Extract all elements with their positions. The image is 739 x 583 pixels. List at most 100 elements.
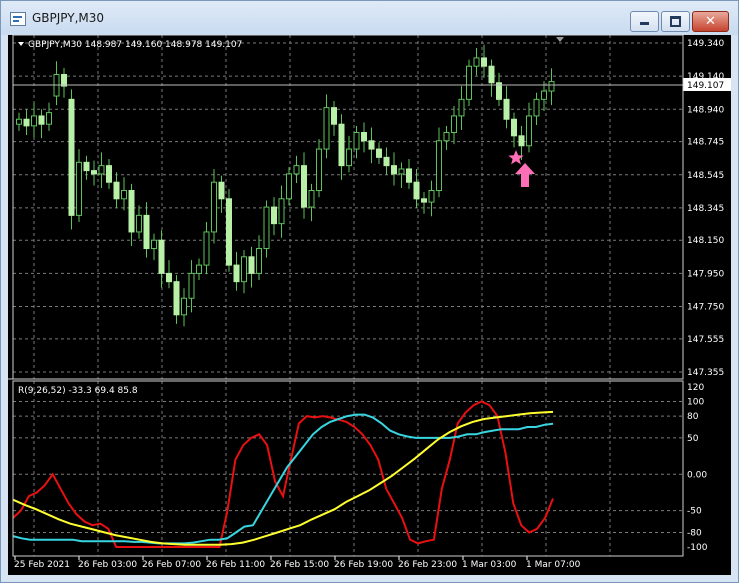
candle-body <box>76 161 82 216</box>
candle-body <box>488 65 495 84</box>
price-tick-label: 147.555 <box>687 335 724 345</box>
candle-body <box>158 239 165 274</box>
candle-body <box>353 132 360 150</box>
current-price-label: 149.107 <box>687 81 724 91</box>
price-grid <box>13 35 683 556</box>
candle-body <box>443 132 450 142</box>
candle-body <box>23 118 30 127</box>
close-button[interactable]: ✕ <box>692 11 729 32</box>
time-tick-label: 26 Feb 23:00 <box>398 560 457 570</box>
candle-body <box>218 181 225 200</box>
candle-body <box>466 65 472 100</box>
candle-body <box>98 165 105 175</box>
candle-body <box>263 206 270 250</box>
candle-body <box>241 256 247 283</box>
chart-canvas[interactable]: 149.340149.140148.940148.745148.545148.3… <box>8 34 731 575</box>
candle-body <box>391 165 397 175</box>
indicator-tick-label: 0.00 <box>687 470 707 480</box>
candle-body <box>16 118 22 125</box>
candle-body <box>143 214 150 250</box>
chart-window: GBPJPY,M30 ✕ 149.340 149.140 148.940 148.74… <box>0 0 739 583</box>
candle-body <box>61 73 67 87</box>
candle-body <box>511 118 517 137</box>
time-tick-label: 1 Mar 03:00 <box>462 560 517 570</box>
candle-body <box>226 198 232 266</box>
price-tick-label: 148.940 <box>687 105 724 115</box>
time-tick-label: 26 Feb 19:00 <box>334 560 393 570</box>
candle-body <box>166 272 172 283</box>
candle-body <box>128 190 135 233</box>
minimize-icon <box>640 22 649 25</box>
price-tick-label: 149.340 <box>687 39 724 49</box>
scroll-marker-icon[interactable] <box>556 37 564 42</box>
candle-body <box>31 115 37 127</box>
candle-body <box>503 98 510 120</box>
indicator-tick-label: 50 <box>687 434 699 444</box>
price-tick-label: 147.950 <box>687 269 724 279</box>
candle-body <box>203 231 210 266</box>
candle-body <box>256 248 262 274</box>
candle-body <box>248 256 255 274</box>
candle-body <box>278 198 285 225</box>
indicator-tick-label: -50 <box>687 507 702 517</box>
price-tick-label: 148.745 <box>687 138 724 148</box>
candle-body <box>421 198 427 203</box>
candle-body <box>83 161 90 172</box>
close-icon: ✕ <box>705 14 716 29</box>
candle-body <box>481 57 487 67</box>
candle-body <box>458 98 465 117</box>
candle-body <box>46 112 52 125</box>
indicator-tick-label: 120 <box>687 383 704 393</box>
minimize-button[interactable] <box>630 11 659 32</box>
price-tick-label: 148.150 <box>687 236 724 246</box>
indicator-grid <box>13 401 683 533</box>
candle-body <box>518 135 525 147</box>
indicator-tick-label: -80 <box>687 528 702 538</box>
maximize-icon <box>670 16 681 27</box>
indicator-axis: 120 100 80 50 0.00 -50 -80 -100 <box>687 383 708 553</box>
indicator-tick-label: 80 <box>687 412 699 422</box>
chart-area[interactable]: 149.340 149.140 148.940 148.745 148.545 148.3… <box>8 34 731 575</box>
indicator-info-line: R(9,26,52) -33.3 69.4 85.8 <box>18 386 138 396</box>
indicator-tick-label: -100 <box>687 543 708 553</box>
time-tick-label: 25 Feb 2021 <box>14 560 70 570</box>
candle-body <box>383 156 390 167</box>
candle-body <box>121 190 127 200</box>
candle-body <box>151 239 157 250</box>
info-dropdown-icon[interactable] <box>18 42 24 46</box>
candle-body <box>188 272 195 299</box>
candle-body <box>526 115 532 147</box>
candle-body <box>233 264 240 283</box>
candle-body <box>113 181 120 200</box>
candle-body <box>473 57 480 67</box>
window-title: GBPJPY,M30 <box>32 11 105 25</box>
time-tick-label: 26 Feb 15:00 <box>270 560 329 570</box>
candle-body <box>181 297 187 316</box>
candle-body <box>361 132 367 142</box>
candle-body <box>368 140 375 150</box>
time-tick-label: 26 Feb 03:00 <box>78 560 137 570</box>
title-bar[interactable]: GBPJPY,M30 ✕ <box>1 1 738 35</box>
candle-body <box>68 98 75 216</box>
indicator-pane-frame <box>12 380 684 557</box>
candle-body <box>548 81 555 92</box>
price-candles <box>16 44 555 327</box>
candle-body <box>451 115 457 134</box>
price-tick-label: 147.355 <box>687 368 724 378</box>
candle-body <box>398 168 405 175</box>
time-tick-label: 1 Mar 07:00 <box>526 560 581 570</box>
candle-body <box>91 170 97 175</box>
time-tick-label: 26 Feb 11:00 <box>206 560 265 570</box>
price-info-line: GBPJPY,M30 148.987 149.160 148.978 149.1… <box>28 40 242 50</box>
maximize-button[interactable] <box>661 11 690 32</box>
price-pane-frame <box>12 34 684 380</box>
time-axis: 25 Feb 2021 26 Feb 03:00 26 Feb 07:00 26 Fe… <box>14 556 581 570</box>
candle-body <box>331 107 337 125</box>
candle-body <box>301 165 307 208</box>
candle-body <box>293 165 300 175</box>
candle-body <box>346 148 352 167</box>
chart-window-icon <box>10 12 26 26</box>
candle-body <box>106 165 112 183</box>
candle-body <box>428 190 435 203</box>
candle-body <box>308 190 315 208</box>
